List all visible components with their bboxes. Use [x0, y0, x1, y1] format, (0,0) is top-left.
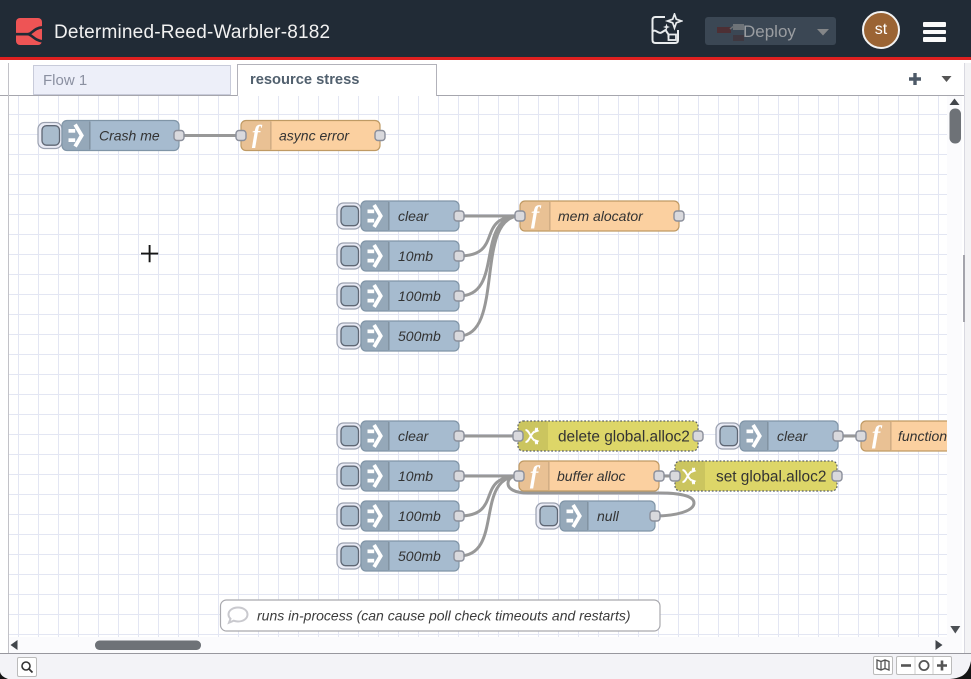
svg-text:10mb: 10mb	[398, 468, 433, 484]
svg-text:10mb: 10mb	[398, 248, 433, 264]
svg-text:100mb: 100mb	[398, 288, 441, 304]
svg-text:delete global.alloc2: delete global.alloc2	[558, 429, 690, 446]
svg-text:null: null	[597, 508, 620, 524]
svg-text:clear: clear	[398, 428, 430, 444]
svg-text:100mb: 100mb	[398, 508, 441, 524]
svg-text:clear: clear	[777, 428, 809, 444]
svg-text:mem alocator: mem alocator	[558, 208, 644, 224]
svg-text:500mb: 500mb	[398, 328, 441, 344]
svg-text:runs in-process (can cause pol: runs in-process (can cause poll check ti…	[257, 608, 631, 624]
svg-text:async error: async error	[279, 128, 350, 144]
svg-text:buffer alloc: buffer alloc	[557, 468, 625, 484]
svg-text:set global.alloc2: set global.alloc2	[716, 469, 826, 486]
svg-text:clear: clear	[398, 208, 430, 224]
svg-text:500mb: 500mb	[398, 548, 441, 564]
svg-text:function: function	[898, 428, 947, 444]
svg-text:Crash me: Crash me	[99, 128, 160, 144]
